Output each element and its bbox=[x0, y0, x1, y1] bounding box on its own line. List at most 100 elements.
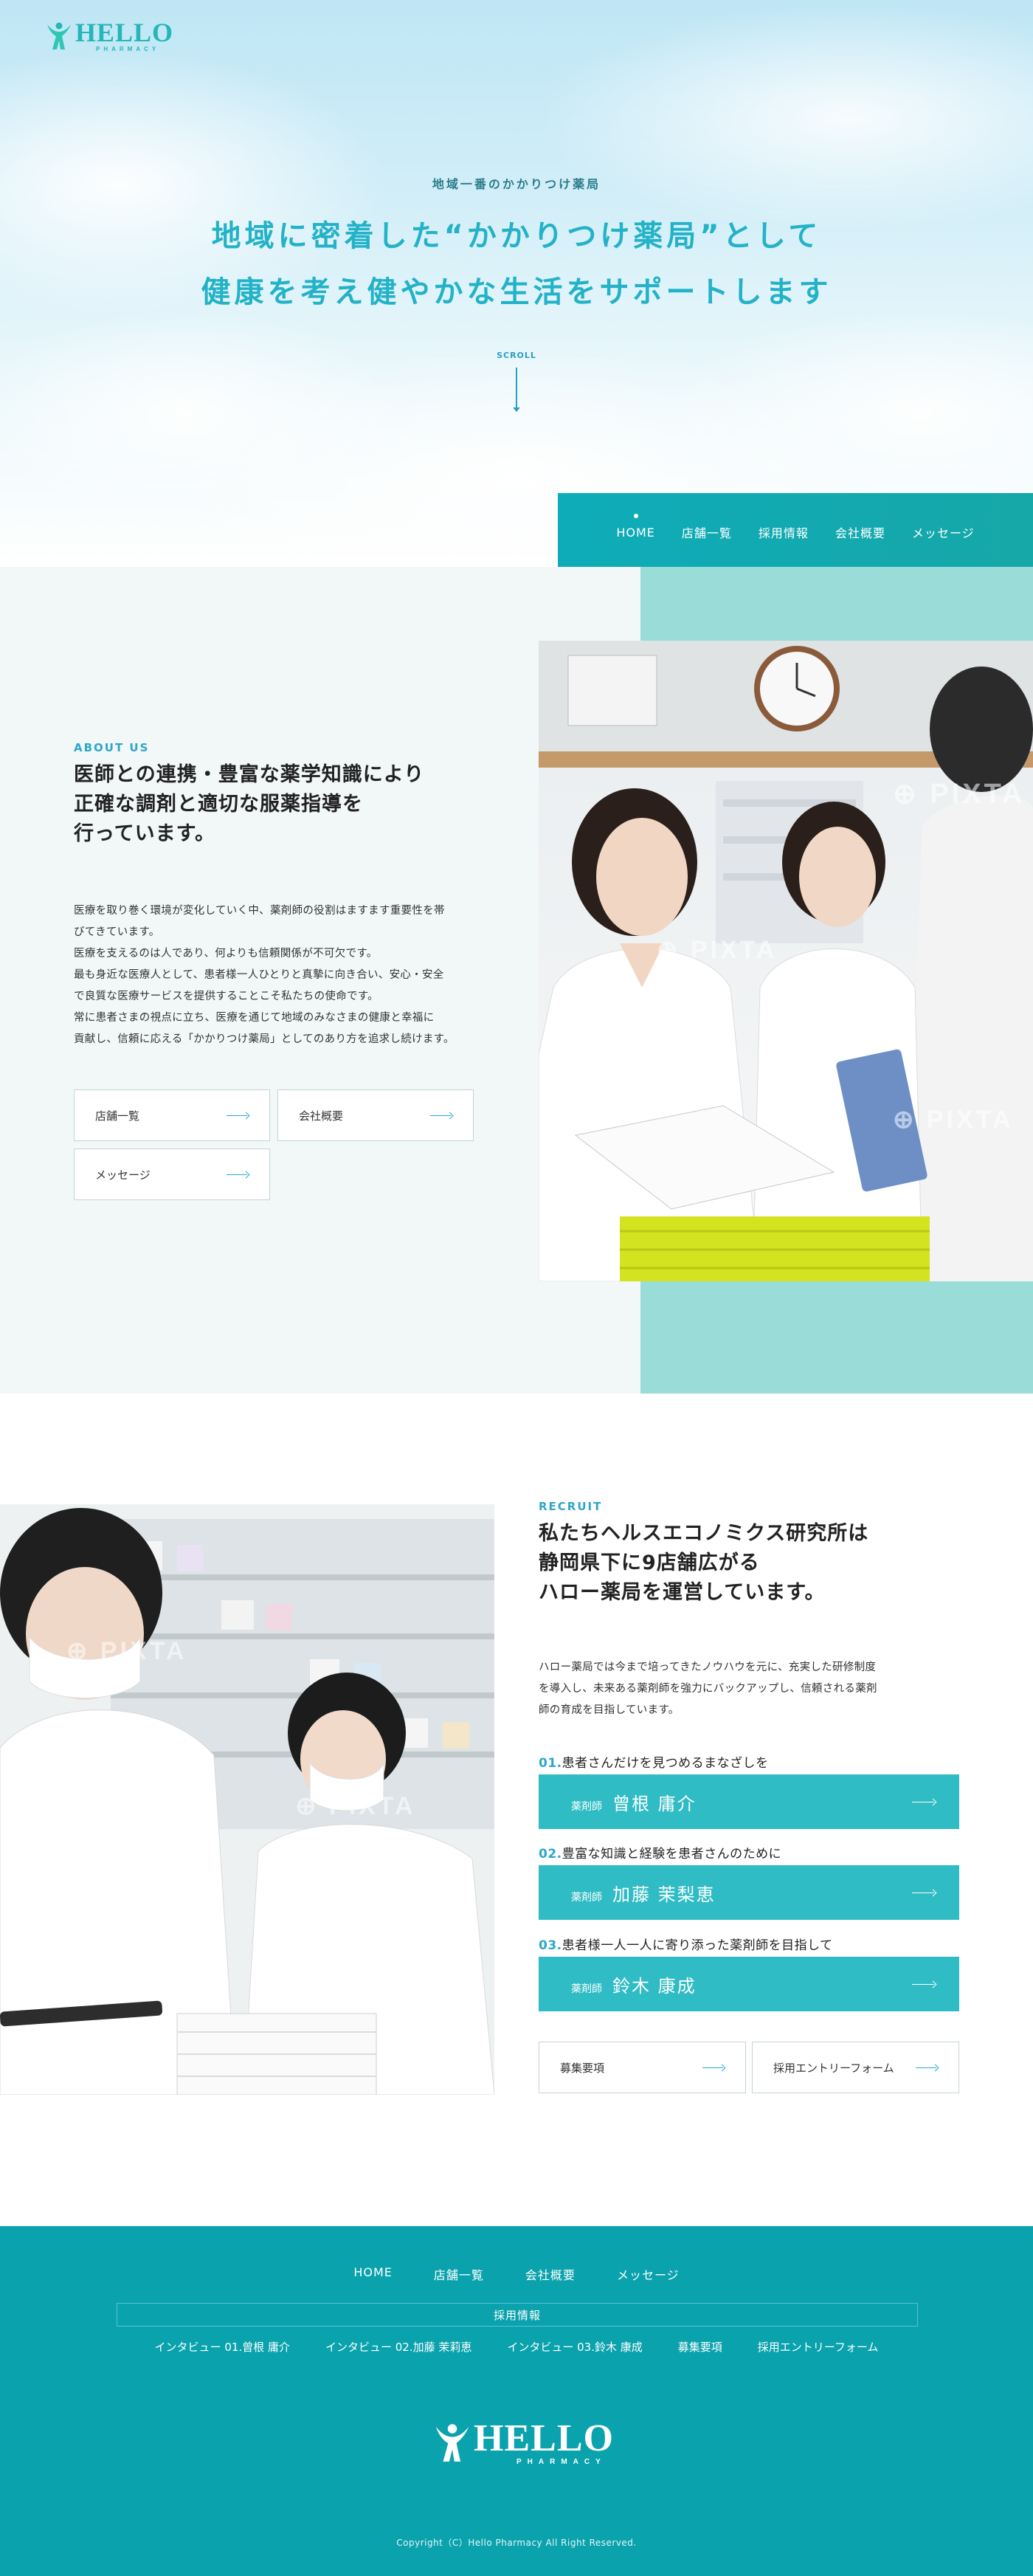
arrow-right-icon bbox=[227, 1112, 250, 1118]
person-raising-arms-icon bbox=[47, 22, 71, 49]
logo-wordmark: HELLO bbox=[75, 18, 174, 47]
footer-nav-message[interactable]: メッセージ bbox=[617, 2265, 680, 2283]
nav-recruit[interactable]: 採用情報 bbox=[759, 519, 809, 541]
jobs-button[interactable]: 募集要項 bbox=[539, 2042, 746, 2093]
about-body: 医療を取り巻く環境が変化していく中、薬剤師の役割はますます重要性を帯 びてきてい… bbox=[74, 900, 487, 1050]
arrow-right-icon bbox=[912, 1890, 937, 1895]
arrow-right-icon bbox=[916, 2064, 939, 2070]
arrow-right-icon bbox=[912, 1799, 937, 1805]
interview-role: 薬剤師 bbox=[571, 1983, 602, 1995]
footer-nav-stores[interactable]: 店舗一覧 bbox=[434, 2265, 484, 2283]
message-button-label: メッセージ bbox=[95, 1168, 151, 1182]
footer-recruit-links: インタビュー 01.曾根 庸介 インタビュー 02.加藤 茉莉恵 インタビュー … bbox=[0, 2339, 1033, 2355]
recruit-body: ハロー薬局では今まで培ってきたノウハウを元に、充実した研修制度 を導入し、未来あ… bbox=[539, 1657, 952, 1721]
jobs-button-label: 募集要項 bbox=[560, 2061, 605, 2075]
interview-02-button[interactable]: 薬剤師 加藤 茉梨恵 bbox=[539, 1865, 959, 1920]
interview-number: 02. bbox=[539, 1847, 562, 1862]
scroll-arrow-icon[interactable] bbox=[513, 368, 520, 412]
interview-role: 薬剤師 bbox=[571, 1800, 602, 1813]
nav-message[interactable]: メッセージ bbox=[912, 519, 975, 541]
logo-subtitle: PHARMACY bbox=[96, 46, 160, 52]
footer-link-entry[interactable]: 採用エントリーフォーム bbox=[758, 2339, 879, 2355]
arrow-right-icon bbox=[430, 1112, 454, 1118]
recruit-heading-line1: 私たちヘルスエコノミクス研究所は bbox=[539, 1522, 869, 1545]
about-label: ABOUT US bbox=[74, 741, 150, 754]
interview-lead-02: 02.豊富な知識と経験を患者さんのために bbox=[539, 1843, 781, 1862]
recruit-body-line: を導入し、未来ある薬剤師を強力にバックアップし、信頼される薬剤 bbox=[539, 1683, 877, 1695]
about-heading: 医師との連携・豊富な薬学知識により 正確な調剤と適切な服薬指導を 行っています。 bbox=[74, 760, 424, 849]
entry-form-button[interactable]: 採用エントリーフォーム bbox=[752, 2042, 959, 2093]
recruit-heading-line3: ハロー薬局を運営しています。 bbox=[539, 1581, 826, 1604]
interview-role: 薬剤師 bbox=[571, 1891, 602, 1904]
pharmacists-photo: ⊕ PIXTA ⊕ PIXTA ⊕ PIXTA bbox=[539, 641, 1033, 1281]
footer-logo-subtitle: PHARMACY bbox=[516, 2458, 607, 2466]
interview-lead-01: 01.患者さんだけを見つめるまなざしを bbox=[539, 1752, 769, 1771]
entry-form-button-label: 採用エントリーフォーム bbox=[773, 2061, 894, 2075]
interview-lead-03: 03.患者様一人一人に寄り添った薬剤師を目指して bbox=[539, 1935, 833, 1953]
svg-text:⊕ PIXTA: ⊕ PIXTA bbox=[657, 936, 778, 964]
hero-title: 地域に密着した“かかりつけ薬局”として 健康を考え健やかな生活をサポートします bbox=[0, 208, 1033, 320]
footer-logo[interactable]: HELLO PHARMACY bbox=[434, 2420, 614, 2466]
about-heading-line3: 行っています。 bbox=[74, 822, 215, 845]
interview-number: 03. bbox=[539, 1938, 562, 1953]
footer-link-interview-02[interactable]: インタビュー 02.加藤 茉莉恵 bbox=[325, 2339, 471, 2355]
about-body-line: びてきています。 bbox=[74, 926, 160, 938]
person-raising-arms-icon bbox=[435, 2423, 469, 2462]
scroll-label[interactable]: SCROLL bbox=[0, 351, 1033, 360]
footer-nav-home[interactable]: HOME bbox=[353, 2265, 393, 2283]
hero-section: HELLO PHARMACY 地域一番のかかりつけ薬局 地域に密着した“かかりつ… bbox=[0, 0, 1033, 567]
about-heading-line1: 医師との連携・豊富な薬学知識により bbox=[74, 763, 425, 786]
hero-eyebrow: 地域一番のかかりつけ薬局 bbox=[432, 177, 601, 191]
about-body-line: 最も身近な医療人として、患者様一人ひとりと真摯に向き合い、安心・安全 bbox=[74, 969, 444, 981]
recruit-heading-line2: 静岡県下に9店舗広がる bbox=[539, 1552, 760, 1574]
recruit-body-line: 師の育成を目指しています。 bbox=[539, 1704, 680, 1716]
svg-text:⊕ PIXTA: ⊕ PIXTA bbox=[893, 1106, 1014, 1134]
nav-stores[interactable]: 店舗一覧 bbox=[682, 519, 732, 541]
interview-number: 01. bbox=[539, 1756, 562, 1771]
recruit-photo: ⊕ PIXTA ⊕ PIXTA ⊕ PIXTA bbox=[0, 1504, 494, 2095]
hero-title-line2: 健康を考え健やかな生活をサポートします bbox=[201, 275, 832, 309]
svg-text:⊕ PIXTA: ⊕ PIXTA bbox=[295, 1792, 416, 1820]
footer-nav: HOME 店舗一覧 会社概要 メッセージ bbox=[0, 2265, 1033, 2283]
about-heading-line2: 正確な調剤と適切な服薬指導を bbox=[74, 793, 363, 816]
copyright: Copyright（C）Hello Pharmacy All Right Res… bbox=[396, 2538, 637, 2548]
footer-link-interview-01[interactable]: インタビュー 01.曾根 庸介 bbox=[155, 2339, 290, 2355]
arrow-right-icon bbox=[912, 1981, 937, 1987]
stores-button[interactable]: 店舗一覧 bbox=[74, 1089, 270, 1141]
message-button[interactable]: メッセージ bbox=[74, 1148, 270, 1200]
recruit-label: RECRUIT bbox=[539, 1500, 603, 1513]
nav-home[interactable]: HOME bbox=[616, 513, 655, 540]
arrow-right-icon bbox=[702, 2064, 726, 2070]
recruit-heading: 私たちヘルスエコノミクス研究所は 静岡県下に9店舗広がる ハロー薬局を運営してい… bbox=[539, 1519, 868, 1608]
footer: HOME 店舗一覧 会社概要 メッセージ 採用情報 インタビュー 01.曾根 庸… bbox=[0, 2226, 1033, 2576]
interview-lead-text: 患者さんだけを見つめるまなざしを bbox=[562, 1756, 769, 1771]
arrow-right-icon bbox=[227, 1171, 250, 1177]
interview-lead-text: 豊富な知識と経験を患者さんのために bbox=[562, 1847, 782, 1862]
nav-company[interactable]: 会社概要 bbox=[835, 519, 885, 541]
recruit-body-line: ハロー薬局では今まで培ってきたノウハウを元に、充実した研修制度 bbox=[539, 1661, 877, 1673]
footer-logo-wordmark: HELLO bbox=[474, 2417, 614, 2459]
main-nav: HOME 店舗一覧 採用情報 会社概要 メッセージ bbox=[558, 493, 1033, 567]
company-button[interactable]: 会社概要 bbox=[277, 1089, 474, 1141]
photo-watermark: ⊕ PIXTA bbox=[893, 779, 1025, 810]
footer-recruit-title[interactable]: 採用情報 bbox=[117, 2303, 918, 2327]
about-body-line: 医療を取り巻く環境が変化していく中、薬剤師の役割はますます重要性を帯 bbox=[74, 905, 445, 917]
footer-link-interview-03[interactable]: インタビュー 03.鈴木 康成 bbox=[507, 2339, 642, 2355]
about-body-line: 常に患者さまの視点に立ち、医療を通じて地域のみなさまの健康と幸福に bbox=[74, 1012, 435, 1024]
footer-link-jobs[interactable]: 募集要項 bbox=[678, 2339, 722, 2355]
about-body-line: で良質な医療サービスを提供することこそ私たちの使命です。 bbox=[74, 991, 379, 1002]
footer-nav-company[interactable]: 会社概要 bbox=[525, 2265, 576, 2283]
interview-name: 加藤 茉梨恵 bbox=[612, 1884, 716, 1905]
svg-text:⊕ PIXTA: ⊕ PIXTA bbox=[66, 1637, 187, 1665]
stores-button-label: 店舗一覧 bbox=[95, 1109, 140, 1123]
interview-03-button[interactable]: 薬剤師 鈴木 康成 bbox=[539, 1957, 959, 2011]
company-button-label: 会社概要 bbox=[299, 1109, 344, 1123]
interview-01-button[interactable]: 薬剤師 曾根 庸介 bbox=[539, 1774, 959, 1829]
svg-text:⊕ PIXTA: ⊕ PIXTA bbox=[66, 1940, 187, 1968]
interview-name: 曾根 庸介 bbox=[612, 1793, 697, 1814]
hero-title-line1: 地域に密着した“かかりつけ薬局”として bbox=[211, 219, 822, 253]
interview-name: 鈴木 康成 bbox=[612, 1975, 697, 1997]
about-body-line: 医療を支えるのは人であり、何よりも信頼関係が不可欠です。 bbox=[74, 948, 378, 960]
about-body-line: 貢献し、信頼に応える「かかりつけ薬局」としてのあり方を追求し続けます。 bbox=[74, 1033, 455, 1045]
site-logo[interactable]: HELLO PHARMACY bbox=[46, 19, 173, 52]
